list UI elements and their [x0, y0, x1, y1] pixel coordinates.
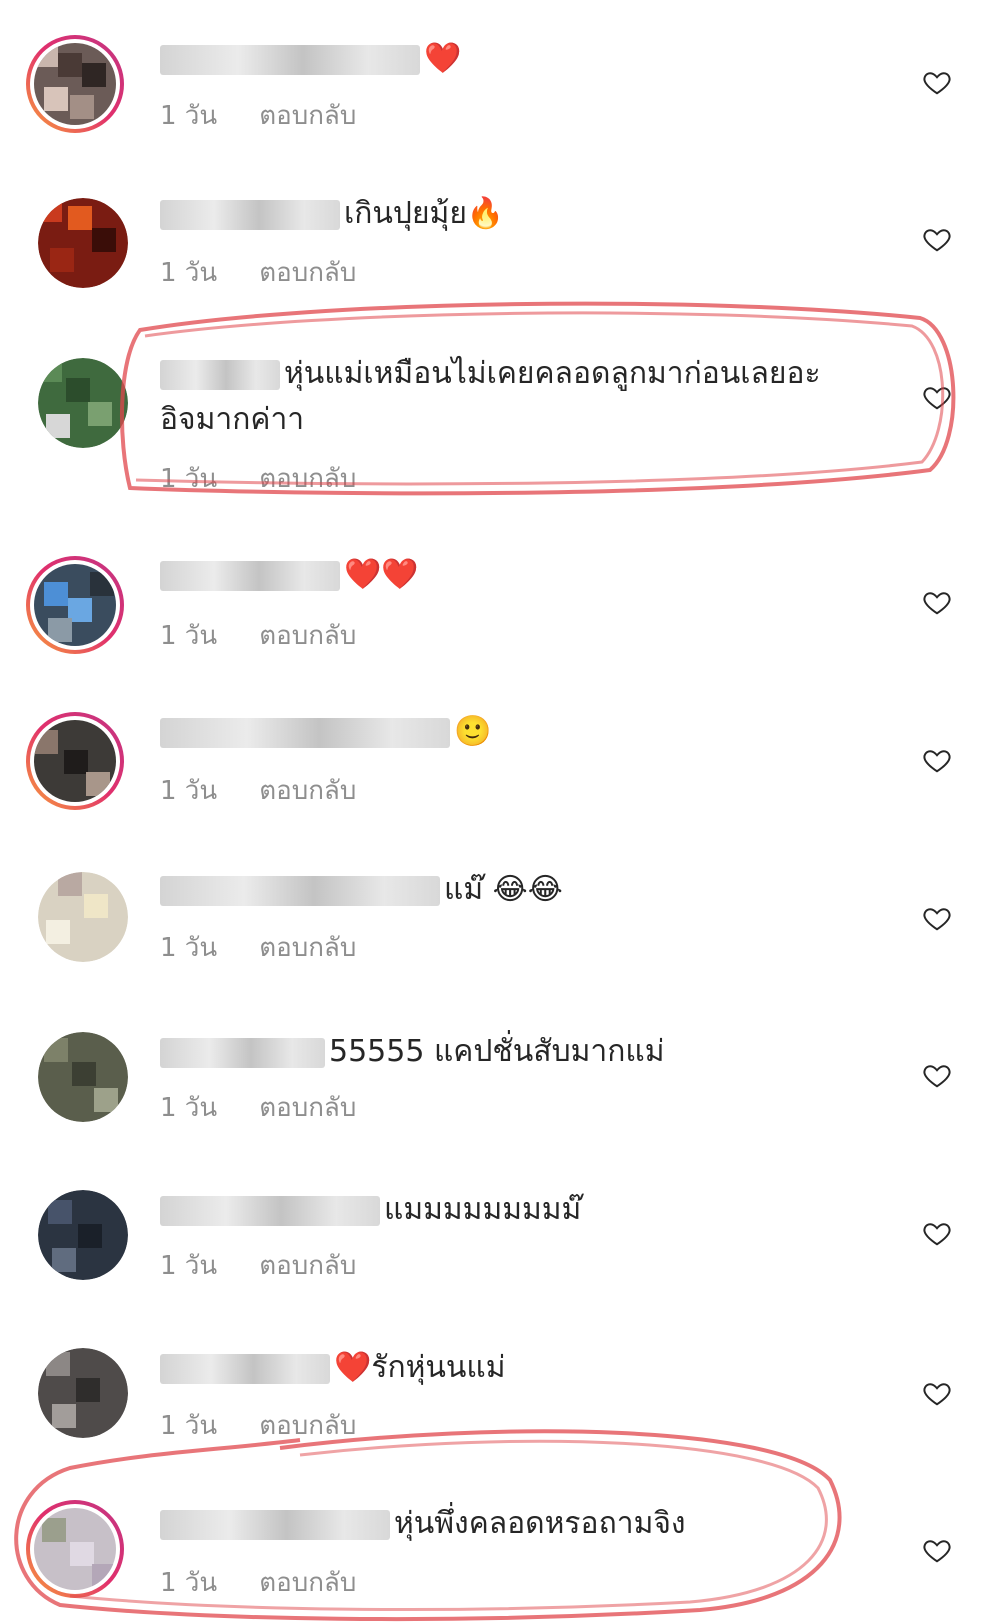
- avatar[interactable]: [38, 358, 128, 448]
- heart-icon[interactable]: [922, 1535, 952, 1565]
- timestamp: 1 วัน: [160, 933, 218, 963]
- laughing-emoji: 😂😂: [492, 872, 563, 907]
- reply-button[interactable]: ตอบกลับ: [259, 621, 356, 651]
- reply-button[interactable]: ตอบกลับ: [259, 1568, 356, 1598]
- comment-meta: 1 วัน ตอบกลับ: [160, 1245, 356, 1286]
- comment-meta: 1 วัน ตอบกลับ: [160, 252, 356, 293]
- comment-text: แมมมมมมมมม๊: [160, 1188, 581, 1232]
- comment-meta: 1 วัน ตอบกลับ: [160, 1087, 356, 1128]
- heart-icon[interactable]: [922, 587, 952, 617]
- comment-text: ❤️❤️: [160, 553, 419, 597]
- comment-text: หุ่นแม่เหมือนไม่เคยคลอดลูกมาก่อนเลยอะ: [160, 352, 821, 396]
- heart-icon[interactable]: [922, 382, 952, 412]
- comment-text: ❤️รักหุ่นนแม่: [160, 1346, 506, 1390]
- reply-button[interactable]: ตอบกลับ: [259, 258, 356, 288]
- comment-text: แม๊ 😂😂: [160, 868, 563, 912]
- comment-body: เกินปุยมุ้ย: [344, 196, 467, 231]
- comment-text: ❤️: [160, 37, 461, 81]
- emoji: 🙂: [454, 714, 492, 749]
- heart-icon[interactable]: [922, 745, 952, 775]
- timestamp: 1 วัน: [160, 1568, 218, 1598]
- heart-icon[interactable]: [922, 1378, 952, 1408]
- emoji: ❤️: [424, 41, 462, 76]
- comment-text: 55555 แคปชั่นสับมากแม่: [160, 1030, 665, 1074]
- comment-text: 🙂: [160, 710, 491, 754]
- comment-text: เกินปุยมุ้ย🔥: [160, 192, 504, 236]
- timestamp: 1 วัน: [160, 1093, 218, 1123]
- avatar[interactable]: [26, 556, 124, 654]
- comment-meta: 1 วัน ตอบกลับ: [160, 1562, 356, 1603]
- reply-button[interactable]: ตอบกลับ: [259, 1411, 356, 1441]
- reply-button[interactable]: ตอบกลับ: [259, 776, 356, 806]
- avatar[interactable]: [38, 872, 128, 962]
- timestamp: 1 วัน: [160, 464, 218, 494]
- reply-button[interactable]: ตอบกลับ: [259, 464, 356, 494]
- avatar[interactable]: [26, 35, 124, 133]
- comment-body: รักหุ่นนแม่: [371, 1350, 506, 1385]
- avatar[interactable]: [38, 198, 128, 288]
- heart-emoji: ❤️: [334, 1350, 372, 1385]
- comment-text-continued: อิจมากค่าา: [160, 398, 304, 442]
- comment-body: แม๊: [444, 872, 484, 907]
- comment-body: 55555 แคปชั่นสับมากแม่: [329, 1034, 665, 1069]
- timestamp: 1 วัน: [160, 258, 218, 288]
- comment-body-line2: อิจมากค่าา: [160, 402, 305, 437]
- heart-icon[interactable]: [922, 67, 952, 97]
- comment-meta: 1 วัน ตอบกลับ: [160, 95, 356, 136]
- reply-button[interactable]: ตอบกลับ: [259, 1093, 356, 1123]
- comment-body: หุ่นพึ่งคลอดหรอถามจิง: [394, 1506, 686, 1541]
- comment-text: หุ่นพึ่งคลอดหรอถามจิง: [160, 1502, 686, 1546]
- avatar[interactable]: [38, 1190, 128, 1280]
- timestamp: 1 วัน: [160, 621, 218, 651]
- heart-icon[interactable]: [922, 903, 952, 933]
- hearts-emoji: ❤️❤️: [344, 557, 419, 592]
- heart-icon[interactable]: [922, 224, 952, 254]
- timestamp: 1 วัน: [160, 776, 218, 806]
- fire-icon: 🔥: [466, 196, 505, 231]
- comment-body: หุ่นแม่เหมือนไม่เคยคลอดลูกมาก่อนเลยอะ: [284, 356, 821, 391]
- avatar[interactable]: [38, 1348, 128, 1438]
- avatar[interactable]: [26, 1500, 124, 1598]
- avatar[interactable]: [38, 1032, 128, 1122]
- comment-body: แมมมมมมมมม๊: [384, 1192, 582, 1227]
- comment-meta: 1 วัน ตอบกลับ: [160, 770, 356, 811]
- timestamp: 1 วัน: [160, 1251, 218, 1281]
- timestamp: 1 วัน: [160, 1411, 218, 1441]
- comment-meta: 1 วัน ตอบกลับ: [160, 615, 356, 656]
- comment-meta: 1 วัน ตอบกลับ: [160, 927, 356, 968]
- heart-icon[interactable]: [922, 1060, 952, 1090]
- reply-button[interactable]: ตอบกลับ: [259, 933, 356, 963]
- comment-meta: 1 วัน ตอบกลับ: [160, 1405, 356, 1446]
- reply-button[interactable]: ตอบกลับ: [259, 101, 356, 131]
- reply-button[interactable]: ตอบกลับ: [259, 1251, 356, 1281]
- heart-icon[interactable]: [922, 1218, 952, 1248]
- timestamp: 1 วัน: [160, 101, 218, 131]
- comment-meta: 1 วัน ตอบกลับ: [160, 458, 356, 499]
- avatar[interactable]: [26, 712, 124, 810]
